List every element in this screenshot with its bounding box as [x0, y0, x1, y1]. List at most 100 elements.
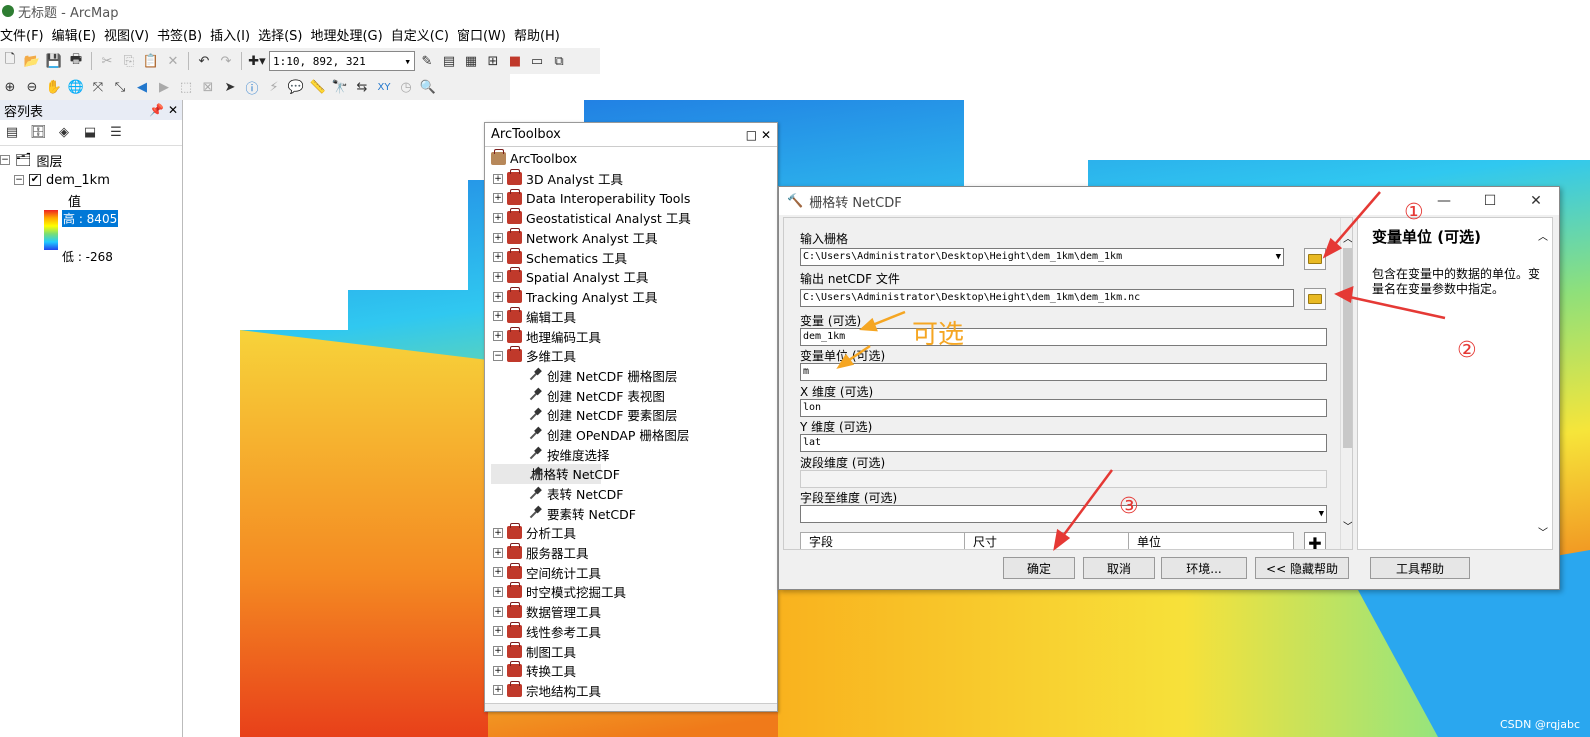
- expand-icon[interactable]: +: [493, 527, 503, 538]
- browse-output-button[interactable]: [1304, 288, 1326, 310]
- toolbox-item[interactable]: + Spatial Analyst 工具: [491, 267, 777, 287]
- identify-icon[interactable]: ⓘ: [242, 77, 262, 97]
- close-icon[interactable]: ✕: [168, 103, 178, 117]
- expand-icon[interactable]: +: [493, 173, 503, 184]
- menu-file[interactable]: 文件(F): [0, 25, 52, 44]
- magnifier-window-icon[interactable]: 🔍: [418, 77, 438, 97]
- scroll-up-icon[interactable]: ︿: [1343, 230, 1352, 245]
- toc-options-icon[interactable]: ☰: [106, 123, 126, 143]
- expand-icon[interactable]: +: [493, 271, 503, 282]
- save-icon[interactable]: 💾: [44, 51, 64, 71]
- cut-icon[interactable]: ✂: [97, 51, 117, 71]
- collapse-icon[interactable]: −: [493, 350, 503, 361]
- model-builder-icon[interactable]: ⧉: [549, 51, 569, 71]
- add-data-icon[interactable]: ✚▾: [247, 51, 267, 71]
- maximize-icon[interactable]: □: [746, 128, 757, 142]
- tool-item[interactable]: 创建 OPeNDAP 栅格图层: [491, 425, 777, 445]
- add-row-button[interactable]: ✚: [1304, 532, 1326, 549]
- toolbox-item[interactable]: +3D Analyst 工具: [491, 169, 777, 189]
- fixed-zoom-out-icon[interactable]: ⤡: [110, 77, 130, 97]
- paste-icon[interactable]: 📋: [141, 51, 161, 71]
- variable-field[interactable]: dem_1km: [800, 328, 1327, 346]
- toc-window-icon[interactable]: ▤: [439, 51, 459, 71]
- menu-customize[interactable]: 自定义(C): [391, 25, 457, 44]
- menu-windows[interactable]: 窗口(W): [457, 25, 514, 44]
- menu-insert[interactable]: 插入(I): [210, 25, 258, 44]
- browse-input-button[interactable]: [1304, 248, 1326, 270]
- tool-help-button[interactable]: 工具帮助: [1370, 557, 1470, 579]
- toolbox-item[interactable]: + 转换工具: [491, 661, 777, 681]
- chevron-down-icon[interactable]: ▼: [1276, 249, 1283, 265]
- expand-icon[interactable]: +: [493, 331, 503, 342]
- expand-icon[interactable]: +: [493, 232, 503, 243]
- expand-icon[interactable]: +: [493, 665, 503, 676]
- arctoolbox-icon[interactable]: ■: [505, 51, 525, 71]
- list-by-selection-icon[interactable]: ⬓: [80, 123, 100, 143]
- collapse-icon[interactable]: −: [0, 155, 10, 165]
- select-elements-arrow-icon[interactable]: ➤: [220, 77, 240, 97]
- list-by-visibility-icon[interactable]: ◈: [54, 123, 74, 143]
- toolbox-item[interactable]: + Schematics 工具: [491, 247, 777, 267]
- tool-item[interactable]: 创建 NetCDF 表视图: [491, 385, 777, 405]
- toolbox-item[interactable]: + Tracking Analyst 工具: [491, 287, 777, 307]
- copy-icon[interactable]: ⎘: [119, 51, 139, 71]
- hyperlink-icon[interactable]: ⚡: [264, 77, 284, 97]
- layer-visibility-checkbox[interactable]: ✔: [29, 174, 41, 186]
- zoom-in-icon[interactable]: ⊕: [0, 77, 20, 97]
- scrollbar-thumb[interactable]: [1343, 248, 1352, 448]
- expand-icon[interactable]: +: [493, 311, 503, 322]
- variable-unit-field[interactable]: m: [800, 363, 1327, 381]
- input-raster-field[interactable]: C:\Users\Administrator\Desktop\Height\de…: [800, 248, 1284, 266]
- clear-selection-icon[interactable]: ⊠: [198, 77, 218, 97]
- ok-button[interactable]: 确定: [1003, 557, 1075, 579]
- toolbox-item[interactable]: + 制图工具: [491, 641, 777, 661]
- tool-item[interactable]: 栅格转 NetCDF: [491, 464, 620, 484]
- x-dimension-field[interactable]: lon: [800, 399, 1327, 417]
- html-popup-icon[interactable]: 💬: [286, 77, 306, 97]
- cancel-button[interactable]: 取消: [1083, 557, 1155, 579]
- tool-item[interactable]: 创建 NetCDF 要素图层: [491, 405, 777, 425]
- toolbox-item[interactable]: + Geostatistical Analyst 工具: [491, 208, 777, 228]
- delete-icon[interactable]: ✕: [163, 51, 183, 71]
- redo-icon[interactable]: ↷: [216, 51, 236, 71]
- toolbox-item[interactable]: + 空间统计工具: [491, 562, 777, 582]
- layer-dem[interactable]: − ✔ dem_1km: [0, 170, 182, 190]
- go-to-xy-icon[interactable]: XY: [374, 77, 394, 97]
- toolbox-root[interactable]: ArcToolbox: [491, 149, 777, 169]
- expand-icon[interactable]: +: [493, 567, 503, 578]
- fields-to-dimensions-select[interactable]: ▼: [800, 505, 1327, 523]
- expand-icon[interactable]: +: [493, 606, 503, 617]
- menu-selection[interactable]: 选择(S): [258, 25, 310, 44]
- catalog-window-icon[interactable]: ▦: [461, 51, 481, 71]
- scroll-up-icon[interactable]: ︿: [1538, 228, 1548, 243]
- tool-item[interactable]: 表转 NetCDF: [491, 484, 777, 504]
- expand-icon[interactable]: +: [493, 252, 503, 263]
- expand-icon[interactable]: +: [493, 193, 503, 204]
- scroll-down-icon[interactable]: ﹀: [1538, 524, 1548, 539]
- menu-view[interactable]: 视图(V): [104, 25, 157, 44]
- expand-icon[interactable]: +: [493, 685, 503, 696]
- scroll-down-icon[interactable]: ﹀: [1343, 518, 1352, 533]
- new-document-icon[interactable]: 🗋: [0, 51, 20, 71]
- editor-toolbar-icon[interactable]: ✎: [417, 51, 437, 71]
- full-extent-globe-icon[interactable]: 🌐: [66, 77, 86, 97]
- toolbox-item[interactable]: + 编辑工具: [491, 306, 777, 327]
- expand-icon[interactable]: +: [493, 547, 503, 558]
- menu-geoprocessing[interactable]: 地理处理(G): [310, 25, 390, 44]
- toolbox-item[interactable]: + 服务器工具: [491, 543, 777, 563]
- form-scrollbar[interactable]: ︿ ﹀: [1340, 218, 1352, 549]
- map-scale-select[interactable]: 1:10, 892, 321 ▾: [269, 51, 415, 71]
- toolbox-item[interactable]: + Network Analyst 工具: [491, 228, 777, 248]
- toolbox-item[interactable]: + 时空模式挖掘工具: [491, 582, 777, 602]
- horizontal-scrollbar[interactable]: [485, 703, 777, 711]
- list-by-drawing-order-icon[interactable]: ▤: [2, 123, 22, 143]
- toolbox-item[interactable]: + 宗地结构工具: [491, 680, 777, 701]
- toolbox-item[interactable]: + 线性参考工具: [491, 621, 777, 642]
- forward-arrow-icon[interactable]: ▶: [154, 77, 174, 97]
- expand-icon[interactable]: +: [493, 646, 503, 657]
- output-netcdf-field[interactable]: C:\Users\Administrator\Desktop\Height\de…: [800, 289, 1294, 307]
- toolbox-item[interactable]: + 分析工具: [491, 523, 777, 543]
- tool-item[interactable]: 要素转 NetCDF: [491, 503, 777, 523]
- fixed-zoom-in-icon[interactable]: ⤧: [88, 77, 108, 97]
- close-icon[interactable]: ✕: [761, 128, 771, 142]
